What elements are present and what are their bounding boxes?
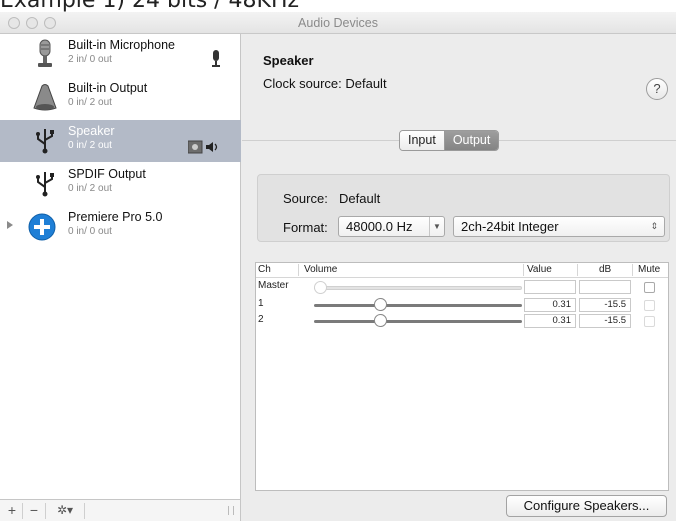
header-rule: [256, 277, 668, 278]
volume-slider-knob[interactable]: [374, 298, 387, 311]
gear-menu-button[interactable]: ✲▾: [50, 502, 80, 519]
column-header-value: Value: [527, 264, 552, 275]
channel-label: Master: [258, 280, 289, 291]
aggregate-plus-icon: [28, 213, 56, 241]
header-divider: [632, 264, 633, 276]
chevron-down-icon: ▼: [429, 217, 444, 236]
toolbar-divider: [84, 503, 85, 519]
volume-slider-track[interactable]: [314, 304, 522, 307]
sample-rate-select[interactable]: 48000.0 Hz ▼: [338, 216, 445, 237]
clock-source: Clock source: Default: [263, 76, 387, 91]
tab-input[interactable]: Input: [400, 131, 445, 150]
caption-text: Example 1) 24 bits / 48KHz: [0, 0, 676, 12]
device-io: 0 in/ 2 out: [68, 140, 112, 151]
device-io: 0 in/ 2 out: [68, 97, 112, 108]
db-field[interactable]: -15.5: [579, 314, 631, 328]
toolbar-divider: [22, 503, 23, 519]
column-header-volume: Volume: [304, 264, 338, 275]
device-item-premiere-pro[interactable]: Premiere Pro 5.0 0 in/ 0 out: [0, 206, 241, 248]
value-field[interactable]: 0.31: [524, 314, 576, 328]
volume-slider-knob[interactable]: [314, 281, 327, 294]
help-button[interactable]: ?: [646, 78, 668, 100]
device-name: Built-in Output: [68, 81, 148, 95]
value-field[interactable]: [524, 280, 576, 294]
source-label: Source:: [283, 191, 328, 206]
audio-devices-window: Audio Devices Built-in Microphone 2 in/ …: [0, 12, 676, 521]
default-output-speaker-icon: [188, 140, 218, 154]
input-output-tabs: Input Output: [399, 130, 500, 151]
sidebar-toolbar: + − ✲▾: [0, 499, 241, 521]
column-header-mute: Mute: [638, 264, 661, 275]
device-detail-panel: Speaker Clock source: Default ? Input Ou…: [242, 34, 676, 521]
usb-icon: [36, 129, 54, 154]
window-title: Audio Devices: [298, 16, 378, 30]
mute-checkbox[interactable]: [644, 300, 655, 311]
toolbar-divider: [45, 503, 46, 519]
title-bar[interactable]: Audio Devices: [0, 12, 676, 34]
format-box: Source: Default Format: 48000.0 Hz ▼ 2ch…: [257, 174, 670, 242]
mute-checkbox[interactable]: [644, 282, 655, 293]
resize-grip-icon[interactable]: [228, 506, 234, 515]
format-label: Format:: [283, 220, 328, 235]
device-name: SPDIF Output: [68, 167, 146, 181]
volume-table: Ch Volume Value dB Mute Master 1 0.31 -1…: [255, 262, 669, 491]
header-divider: [577, 264, 578, 276]
device-name: Premiere Pro 5.0: [68, 210, 163, 224]
default-input-microphone-icon: [212, 50, 220, 67]
bit-format-value: 2ch-24bit Integer: [461, 219, 559, 234]
value-field[interactable]: 0.31: [524, 298, 576, 312]
channel-label: 2: [258, 314, 264, 325]
device-io: 0 in/ 2 out: [68, 183, 112, 194]
microphone-icon: [38, 39, 52, 67]
device-name: Speaker: [68, 124, 115, 138]
db-field[interactable]: -15.5: [579, 298, 631, 312]
column-header-db: dB: [599, 264, 612, 275]
tab-output[interactable]: Output: [444, 131, 499, 150]
add-device-button[interactable]: +: [4, 502, 20, 519]
channel-label: 1: [258, 298, 264, 309]
mute-checkbox[interactable]: [644, 316, 655, 327]
device-name: Built-in Microphone: [68, 38, 175, 52]
volume-slider-track[interactable]: [314, 286, 522, 290]
device-io: 0 in/ 0 out: [68, 226, 112, 237]
device-item-spdif-output[interactable]: SPDIF Output 0 in/ 2 out: [0, 163, 241, 205]
usb-icon: [36, 172, 54, 197]
disclosure-triangle-icon[interactable]: [7, 221, 13, 229]
column-header-ch: Ch: [258, 264, 271, 275]
updown-arrows-icon: ⇕: [650, 221, 658, 231]
header-divider: [298, 264, 299, 276]
db-field[interactable]: [579, 280, 631, 294]
bit-format-select[interactable]: 2ch-24bit Integer ⇕: [453, 216, 665, 237]
device-item-built-in-output[interactable]: Built-in Output 0 in/ 2 out: [0, 77, 241, 119]
speaker-icon: [33, 84, 57, 111]
source-value: Default: [339, 191, 381, 206]
configure-speakers-button[interactable]: Configure Speakers...: [506, 495, 667, 517]
device-io: 2 in/ 0 out: [68, 54, 112, 65]
device-item-speaker[interactable]: Speaker 0 in/ 2 out: [0, 120, 241, 162]
volume-slider-knob[interactable]: [374, 314, 387, 327]
remove-device-button[interactable]: −: [26, 502, 42, 519]
device-title: Speaker: [263, 53, 314, 68]
volume-slider-track[interactable]: [314, 320, 522, 323]
header-divider: [523, 264, 524, 276]
device-list: Built-in Microphone 2 in/ 0 out Built-in…: [0, 34, 241, 499]
sample-rate-value: 48000.0 Hz: [346, 219, 413, 234]
device-item-built-in-microphone[interactable]: Built-in Microphone 2 in/ 0 out: [0, 34, 241, 76]
